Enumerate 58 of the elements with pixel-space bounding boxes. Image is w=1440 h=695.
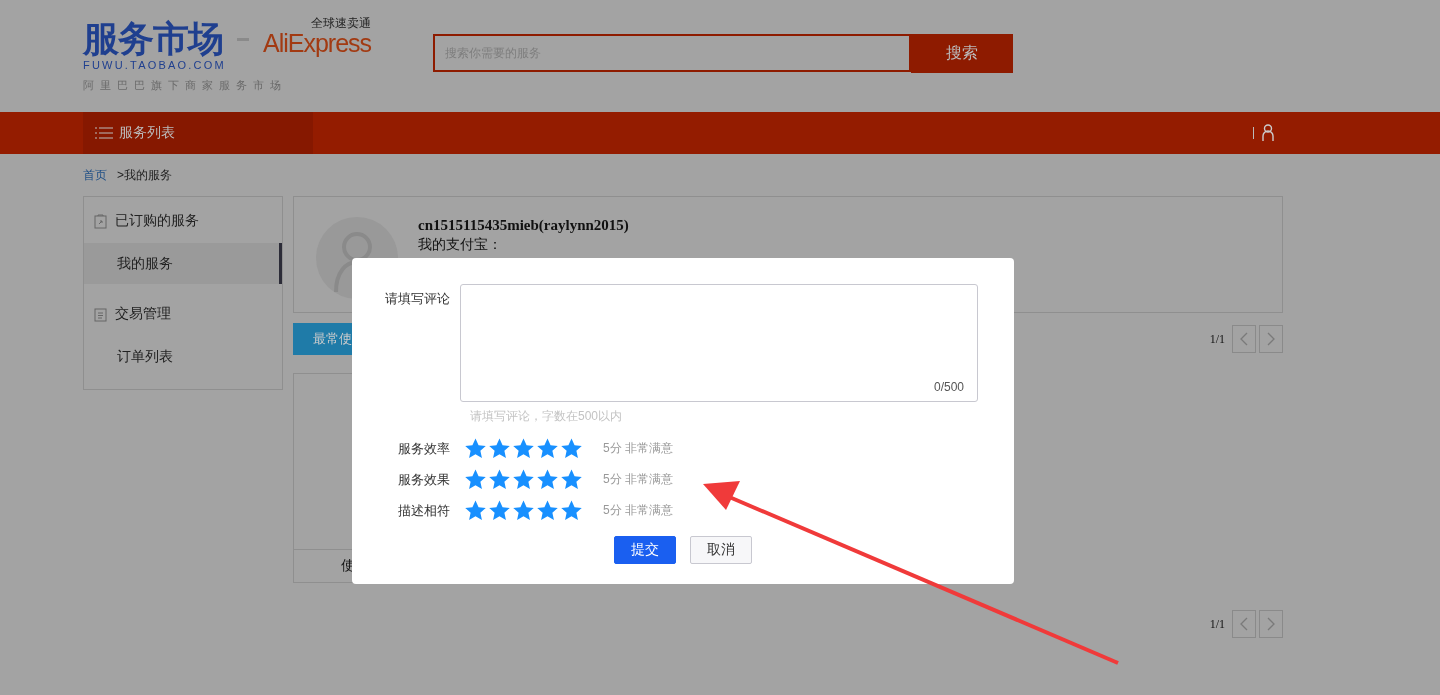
star-icon[interactable] [464,437,487,460]
rating-reading: 5分 非常满意 [603,471,673,488]
partner-logo: AliExpress [263,29,372,56]
page-indicator: 1/1 [1209,616,1225,632]
rating-reading: 5分 非常满意 [603,502,673,519]
star-icon[interactable] [488,468,511,491]
chevron-left-icon [1240,332,1248,346]
star-icon[interactable] [512,437,535,460]
breadcrumb-link[interactable]: 首页 [83,167,107,196]
breadcrumb-link[interactable]: >我的服务 [117,167,172,196]
comment-field[interactable]: 0/500 [460,284,978,402]
sidebar-label: 已订购的服务 [115,212,199,230]
sidebar-label: 我的服务 [117,254,173,273]
star-icon[interactable] [560,468,583,491]
menu-icon [95,127,113,139]
user-name: cn1515115435mieb(raylynn2015) [418,217,629,234]
nav-divider [1253,127,1254,139]
clipboard-icon [94,306,107,322]
logo-title: 服务市场 [83,20,223,58]
star-rating[interactable] [464,468,583,491]
star-icon[interactable] [464,468,487,491]
alipay-label: 我的支付宝： [418,236,503,254]
star-icon[interactable] [536,499,559,522]
star-rating[interactable] [464,499,583,522]
star-icon[interactable] [488,437,511,460]
rating-reading: 5分 非常满意 [603,440,673,457]
star-icon[interactable] [464,499,487,522]
rating-label: 描述相符 [397,501,451,520]
sidebar-item[interactable]: 我的服务 [84,243,282,284]
chevron-right-icon [1267,617,1275,631]
star-icon[interactable] [536,468,559,491]
star-icon[interactable] [488,499,511,522]
service-list-menu[interactable]: 服务列表 [83,112,313,154]
star-rating[interactable] [464,437,583,460]
chevron-left-icon [1240,617,1248,631]
sidebar-label: 订单列表 [117,347,173,366]
comment-label: 请填写评论 [384,290,451,308]
sidebar-heading[interactable]: 交易管理 [84,292,282,336]
star-icon[interactable] [512,499,535,522]
search-button[interactable]: 搜索 [911,34,1014,73]
sidebar-item[interactable]: 订单列表 [84,336,282,377]
user-icon[interactable] [1262,124,1274,142]
star-icon[interactable] [560,499,583,522]
submit-button[interactable]: 提交 [614,536,676,564]
chevron-right-icon [1267,332,1275,346]
shopping-bag-icon [94,213,107,229]
rating-label: 服务效果 [397,470,451,489]
logo-domain: FUWU.TAOBAO.COM [83,58,227,72]
star-icon[interactable] [512,468,535,491]
sidebar-label: 交易管理 [115,305,171,323]
sidebar-heading[interactable]: 已订购的服务 [84,199,282,243]
cancel-button[interactable]: 取消 [690,536,752,564]
rating-label: 服务效率 [397,439,451,458]
character-counter: 0/500 [933,380,964,394]
star-icon[interactable] [560,437,583,460]
partner-subtitle: 全球速卖通 [311,16,372,30]
star-icon[interactable] [536,437,559,460]
page-indicator: 1/1 [1209,331,1225,347]
